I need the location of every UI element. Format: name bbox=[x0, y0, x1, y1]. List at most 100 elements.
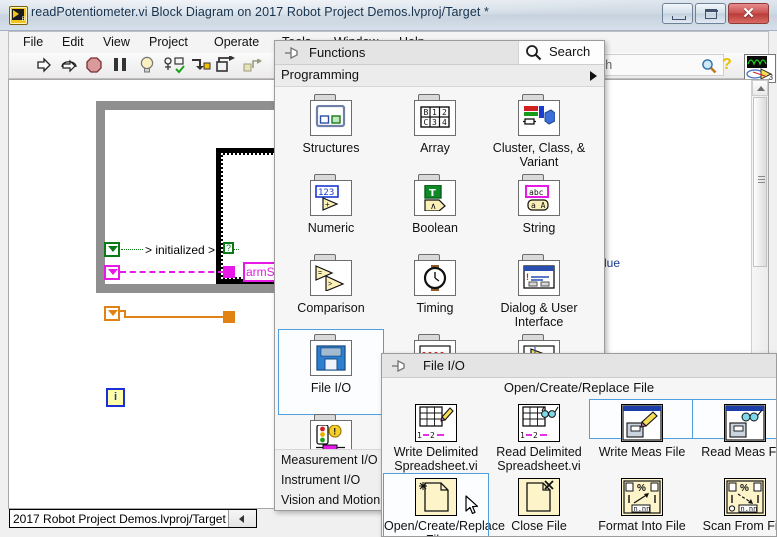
file-io-item-close-file[interactable]: Close File bbox=[487, 474, 591, 533]
maximize-button[interactable] bbox=[695, 3, 726, 24]
file-io-item-read-delimited-spreadsheet[interactable]: 1 2 Read Delimited Spreadsheet.vi bbox=[487, 400, 591, 473]
timing-icon bbox=[411, 254, 459, 298]
palette-item-label: Numeric bbox=[307, 221, 355, 235]
file-io-item-label: Write Meas File bbox=[598, 445, 686, 459]
file-io-item-label: Scan From File bbox=[702, 519, 777, 533]
palette-search-button[interactable]: Search bbox=[518, 41, 604, 64]
context-help-badge: 3 bbox=[768, 73, 773, 82]
file-io-item-write-meas-file[interactable]: Write Meas File bbox=[589, 399, 695, 459]
svg-text:!: ! bbox=[333, 427, 336, 437]
svg-text:=: = bbox=[318, 270, 322, 277]
error-terminal[interactable] bbox=[104, 306, 120, 321]
open-create-replace-file-icon bbox=[415, 478, 457, 516]
string-wire[interactable] bbox=[120, 271, 224, 273]
close-file-icon bbox=[518, 478, 560, 516]
error-wire[interactable] bbox=[124, 316, 226, 318]
project-target-label: 2017 Robot Project Demos.lvproj/Target bbox=[13, 512, 226, 526]
error-tunnel-node[interactable] bbox=[223, 311, 235, 323]
minimize-button[interactable] bbox=[662, 3, 693, 24]
highlight-execution-button[interactable] bbox=[139, 56, 155, 74]
scroll-up-button[interactable] bbox=[752, 80, 768, 96]
run-button[interactable] bbox=[35, 56, 53, 74]
palette-item-dialog-user-interface[interactable]: ! Dialog & User Interface bbox=[487, 250, 591, 329]
question-mark-icon[interactable]: ? bbox=[722, 56, 732, 74]
palette-item-boolean[interactable]: T ∧ Boolean bbox=[383, 170, 487, 235]
file-io-item-scan-from-file[interactable]: % n.nn Scan From File bbox=[693, 474, 777, 533]
write-meas-file-icon bbox=[621, 404, 663, 442]
palette-item-timing[interactable]: Timing bbox=[383, 250, 487, 315]
file-io-icon bbox=[307, 334, 355, 378]
palette-item-string[interactable]: abc a A String bbox=[487, 170, 591, 235]
read-delimited-spreadsheet-icon: 1 2 bbox=[518, 404, 560, 442]
svg-text:abc: abc bbox=[529, 188, 544, 197]
read-meas-file-icon bbox=[724, 404, 766, 442]
string-terminal[interactable] bbox=[104, 265, 120, 280]
array-icon: B 1 2 C 3 4 bbox=[411, 94, 459, 138]
string-tunnel-node[interactable] bbox=[223, 266, 235, 278]
write-delimited-spreadsheet-icon: 1 2 bbox=[415, 404, 457, 442]
file-io-palette[interactable]: File I/O Open/Create/Replace File 1 2 Wr… bbox=[381, 353, 777, 537]
svg-text:123: 123 bbox=[318, 188, 334, 198]
file-io-item-format-into-file[interactable]: % n.nn Format Into File bbox=[590, 474, 694, 533]
scrollbar-thumb[interactable] bbox=[753, 97, 767, 267]
step-into-button[interactable] bbox=[191, 57, 211, 72]
project-target-bar[interactable]: 2017 Robot Project Demos.lvproj/Target bbox=[9, 509, 257, 528]
palette-search-label: Search bbox=[549, 44, 591, 59]
left-triangle-icon[interactable] bbox=[228, 510, 256, 527]
svg-text:2: 2 bbox=[430, 431, 435, 440]
window-title: readPotentiometer.vi Block Diagram on 20… bbox=[31, 5, 490, 19]
menu-view[interactable]: View bbox=[103, 35, 130, 49]
file-io-item-label: Format Into File bbox=[598, 519, 686, 533]
conditional-terminal[interactable]: ? bbox=[223, 242, 234, 254]
palette-item-array[interactable]: B 1 2 C 3 4 Array bbox=[383, 90, 487, 155]
palette-item-label: Array bbox=[420, 141, 450, 155]
menu-edit[interactable]: Edit bbox=[62, 35, 84, 49]
magnifier-icon bbox=[525, 44, 542, 61]
svg-text:C: C bbox=[424, 118, 429, 127]
numeric-icon: 123 + bbox=[307, 174, 355, 218]
palette-item-comparison[interactable]: = > Comparison bbox=[279, 250, 383, 315]
step-out-button[interactable] bbox=[243, 59, 263, 72]
format-into-file-icon: % n.nn bbox=[621, 478, 663, 516]
step-over-button[interactable] bbox=[216, 56, 236, 73]
menu-operate[interactable]: Operate bbox=[214, 35, 259, 49]
search-input[interactable]: ch bbox=[594, 54, 724, 76]
window-titlebar: R readPotentiometer.vi Block Diagram on … bbox=[0, 0, 777, 31]
svg-text:1: 1 bbox=[432, 108, 437, 117]
pin-icon[interactable] bbox=[391, 359, 408, 373]
retain-wire-values-button[interactable] bbox=[164, 56, 186, 74]
file-io-item-read-meas-file[interactable]: Read Meas File bbox=[692, 399, 776, 459]
pin-icon[interactable] bbox=[284, 46, 301, 60]
file-io-group-label: Open/Create/Replace File bbox=[503, 380, 655, 395]
file-io-palette-header: File I/O bbox=[382, 354, 776, 378]
palette-item-label: Comparison bbox=[297, 301, 365, 315]
svg-text:n.nn: n.nn bbox=[634, 505, 651, 513]
boolean-wire-left[interactable] bbox=[121, 249, 143, 250]
right-triangle-icon[interactable] bbox=[590, 71, 597, 81]
file-io-item-write-delimited-spreadsheet[interactable]: 1 2 Write Delimited Spreadsheet.vi bbox=[384, 400, 488, 473]
run-continuously-button[interactable] bbox=[60, 56, 78, 74]
scan-from-file-icon: % n.nn bbox=[724, 478, 766, 516]
menu-file[interactable]: File bbox=[23, 35, 43, 49]
functions-palette-header: Functions Search bbox=[275, 41, 604, 65]
palette-item-file-io[interactable]: File I/O bbox=[278, 329, 384, 415]
svg-text:n.nn: n.nn bbox=[741, 505, 758, 513]
palette-item-label: File I/O bbox=[310, 381, 352, 395]
palette-item-structures[interactable]: Structures bbox=[279, 90, 383, 155]
magnifier-icon[interactable] bbox=[701, 58, 717, 74]
functions-palette-title: Functions bbox=[309, 45, 366, 60]
palette-item-label: Boolean bbox=[412, 221, 458, 235]
loop-iteration-terminal[interactable]: i bbox=[106, 388, 125, 407]
abort-execution-button[interactable] bbox=[86, 57, 102, 73]
menu-project[interactable]: Project bbox=[149, 35, 188, 49]
palette-item-numeric[interactable]: 123 + Numeric bbox=[279, 170, 383, 235]
palette-item-label: Structures bbox=[302, 141, 360, 155]
boolean-terminal[interactable] bbox=[104, 242, 120, 257]
pause-button[interactable] bbox=[113, 57, 127, 72]
structures-icon bbox=[307, 94, 355, 138]
close-button[interactable]: ✕ bbox=[728, 3, 769, 24]
file-io-item-label: Write Delimited Spreadsheet.vi bbox=[393, 445, 479, 473]
file-io-item-label: Close File bbox=[511, 519, 567, 533]
palette-breadcrumb[interactable]: Programming bbox=[275, 65, 604, 87]
palette-item-cluster-class-variant[interactable]: Cluster, Class, & Variant bbox=[487, 90, 591, 169]
